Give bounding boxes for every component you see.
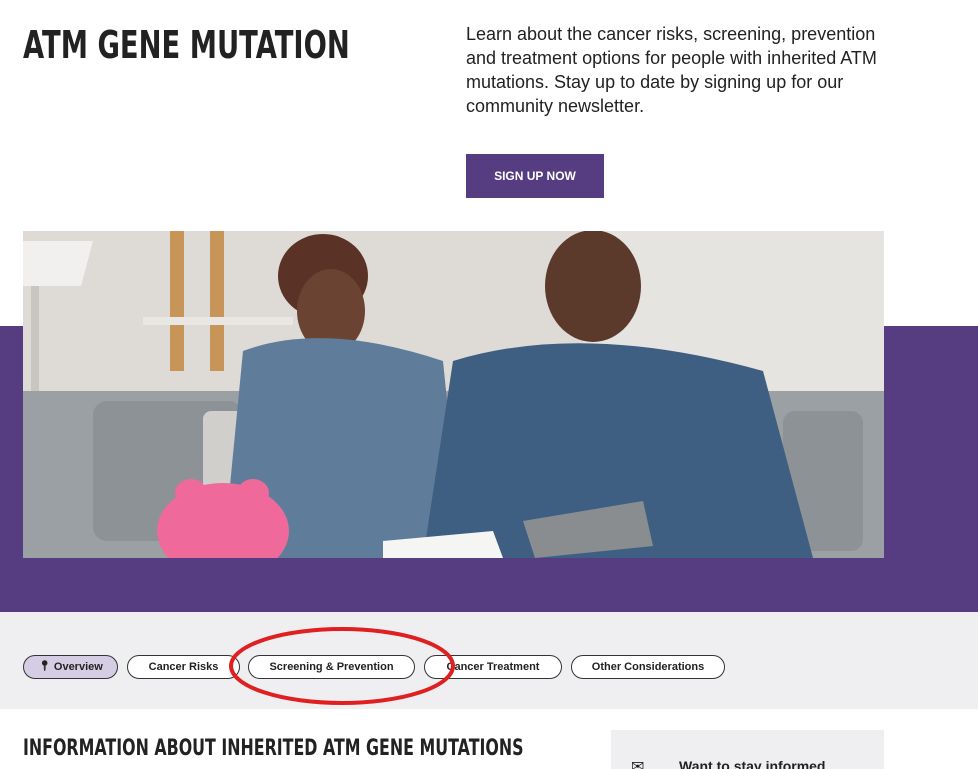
tab-cancer-risks[interactable]: Cancer Risks xyxy=(127,655,240,679)
pin-icon: 📍︎ xyxy=(38,661,51,672)
newsletter-card[interactable]: ✉ Want to stay informed xyxy=(611,730,884,769)
envelope-signal-icon: ✉ xyxy=(631,759,645,769)
section-heading: INFORMATION ABOUT INHERITED ATM GENE MUT… xyxy=(23,736,524,761)
tab-screening-prevention[interactable]: Screening & Prevention xyxy=(248,655,415,679)
hero-image xyxy=(23,231,884,558)
tab-overview-label: Overview xyxy=(53,661,103,673)
tab-cancer-treatment[interactable]: Cancer Treatment xyxy=(424,655,562,679)
newsletter-card-text: Want to stay informed xyxy=(679,758,826,769)
tab-other-considerations[interactable]: Other Considerations xyxy=(571,655,725,679)
intro-text: Learn about the cancer risks, screening,… xyxy=(466,24,877,116)
tab-overview[interactable]: 📍︎ Overview xyxy=(23,655,118,679)
page-title: ATM GENE MUTATION xyxy=(23,23,350,67)
hero-photo xyxy=(23,231,884,558)
sign-up-now-button[interactable]: SIGN UP NOW xyxy=(466,154,604,198)
page: ATM GENE MUTATION Learn about the cancer… xyxy=(0,0,978,769)
